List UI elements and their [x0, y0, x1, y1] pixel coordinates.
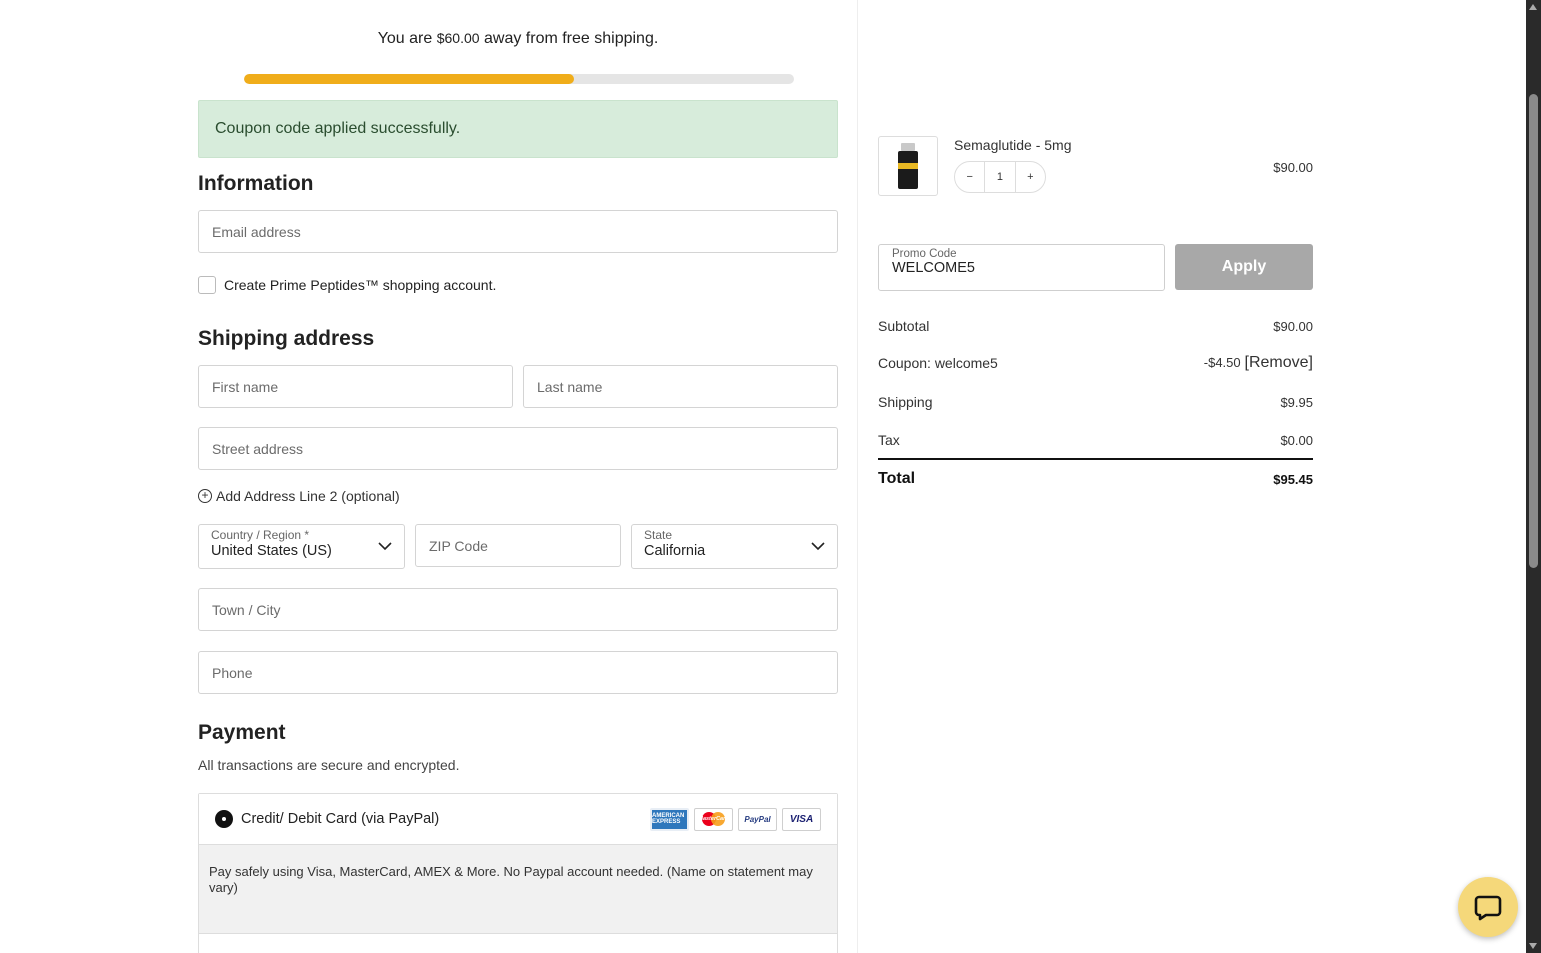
coupon-label: Coupon: welcome5: [878, 355, 998, 371]
mastercard-label: MasterCard: [698, 815, 729, 822]
visa-label: VISA: [789, 813, 814, 825]
free-shipping-amount: $60.00: [436, 30, 480, 46]
subtotal-value: $90.00: [1273, 318, 1313, 334]
qty-decrease-button[interactable]: −: [955, 171, 984, 183]
vial-body: [898, 151, 918, 189]
apply-promo-button[interactable]: Apply: [1175, 244, 1313, 290]
shipping-value: $9.95: [1280, 394, 1313, 410]
street-address-input[interactable]: [199, 428, 837, 469]
create-account-label: Create Prime Peptides™ shopping account.: [224, 277, 497, 293]
state-value: California: [644, 543, 706, 559]
payment-heading: Payment: [198, 721, 286, 744]
total-divider: [878, 458, 1313, 460]
vial-image: [896, 143, 920, 189]
shipping-address-heading: Shipping address: [198, 327, 375, 350]
coupon-success-notice: Coupon code applied successfully.: [198, 100, 838, 158]
subtotal-row: Subtotal $90.00: [878, 318, 1313, 334]
quantity-stepper: − 1 +: [954, 161, 1046, 193]
shipping-label: Shipping: [878, 394, 933, 410]
promo-code-label: Promo Code: [892, 248, 957, 260]
tax-row: Tax $0.00: [878, 432, 1313, 448]
add-address-line2-link[interactable]: + Add Address Line 2 (optional): [198, 488, 400, 504]
total-value: $95.45: [1273, 471, 1313, 487]
payment-radio-selected[interactable]: [215, 810, 233, 828]
free-shipping-prefix: You are: [377, 30, 437, 47]
first-name-field[interactable]: [198, 365, 513, 408]
total-row: Total $95.45: [878, 470, 1313, 488]
progress-fill: [244, 74, 574, 84]
vial-cap: [901, 143, 915, 151]
product-price: $90.00: [1273, 160, 1313, 175]
first-name-input[interactable]: [199, 366, 512, 407]
qty-increase-button[interactable]: +: [1016, 171, 1045, 183]
payment-subtitle: All transactions are secure and encrypte…: [198, 757, 460, 773]
payment-method-label: Credit/ Debit Card (via PayPal): [241, 811, 440, 827]
create-account-row[interactable]: Create Prime Peptides™ shopping account.: [198, 276, 496, 294]
subtotal-label: Subtotal: [878, 318, 930, 334]
last-name-field[interactable]: [523, 365, 838, 408]
promo-code-value[interactable]: WELCOME5: [892, 260, 1151, 276]
qty-value[interactable]: 1: [984, 162, 1016, 192]
payment-description: Pay safely using Visa, MasterCard, AMEX …: [199, 845, 837, 933]
country-value: United States (US): [211, 543, 332, 559]
chat-button[interactable]: [1458, 877, 1518, 937]
city-field[interactable]: [198, 588, 838, 631]
total-label: Total: [878, 470, 916, 487]
payment-method-paypal-card[interactable]: Credit/ Debit Card (via PayPal) AMERICAN…: [199, 794, 837, 845]
shipping-row: Shipping $9.95: [878, 394, 1313, 410]
chevron-down-icon: [811, 542, 825, 551]
create-account-checkbox[interactable]: [198, 276, 216, 294]
phone-input[interactable]: [199, 652, 837, 693]
tax-label: Tax: [878, 432, 900, 448]
product-thumbnail: [878, 136, 938, 196]
paypal-label: PayPal: [744, 814, 771, 824]
add-address-line2-label: Add Address Line 2 (optional): [216, 488, 400, 504]
remove-coupon-link[interactable]: [Remove]: [1245, 354, 1313, 371]
country-label: Country / Region *: [211, 528, 310, 542]
paypal-icon: PayPal: [738, 807, 777, 831]
scrollbar-thumb[interactable]: [1529, 94, 1538, 568]
state-select[interactable]: State California: [631, 524, 838, 569]
zip-input[interactable]: [416, 525, 620, 566]
free-shipping-suffix: away from free shipping.: [479, 30, 659, 47]
email-field[interactable]: [198, 210, 838, 253]
amex-label: AMERICAN EXPRESS: [652, 813, 685, 825]
chat-bubble-icon: [1474, 895, 1502, 921]
column-divider: [857, 0, 858, 953]
country-select[interactable]: Country / Region * United States (US): [198, 524, 405, 569]
coupon-amount-group: -$4.50 [Remove]: [1204, 354, 1313, 372]
page-scrollbar[interactable]: [1526, 0, 1541, 953]
amex-icon: AMERICAN EXPRESS: [650, 807, 689, 831]
next-payment-method[interactable]: [199, 933, 837, 953]
tax-value: $0.00: [1280, 432, 1313, 448]
street-address-field[interactable]: [198, 427, 838, 470]
card-logos: AMERICAN EXPRESS MasterCard PayPal VISA: [650, 807, 821, 831]
coupon-row: Coupon: welcome5 -$4.50 [Remove]: [878, 354, 1313, 372]
free-shipping-progress-bar: [244, 74, 794, 84]
scroll-down-arrow-icon[interactable]: [1529, 943, 1537, 949]
plus-circle-icon: +: [198, 489, 212, 503]
phone-field[interactable]: [198, 651, 838, 694]
mastercard-icon: MasterCard: [694, 807, 733, 831]
chevron-down-icon: [378, 542, 392, 551]
city-input[interactable]: [199, 589, 837, 630]
information-heading: Information: [198, 172, 314, 195]
zip-field[interactable]: [415, 524, 621, 567]
state-label: State: [644, 528, 673, 542]
last-name-input[interactable]: [524, 366, 837, 407]
promo-code-field[interactable]: Promo Code WELCOME5: [878, 244, 1165, 291]
product-name: Semaglutide - 5mg: [954, 137, 1072, 153]
coupon-value: -$4.50: [1203, 355, 1241, 370]
payment-methods: Credit/ Debit Card (via PayPal) AMERICAN…: [198, 793, 838, 953]
visa-icon: VISA: [782, 807, 821, 831]
email-input[interactable]: [199, 211, 837, 252]
free-shipping-message: You are $60.00 away from free shipping.: [198, 30, 838, 48]
scroll-up-arrow-icon[interactable]: [1529, 4, 1537, 10]
vial-label-band: [898, 163, 918, 169]
